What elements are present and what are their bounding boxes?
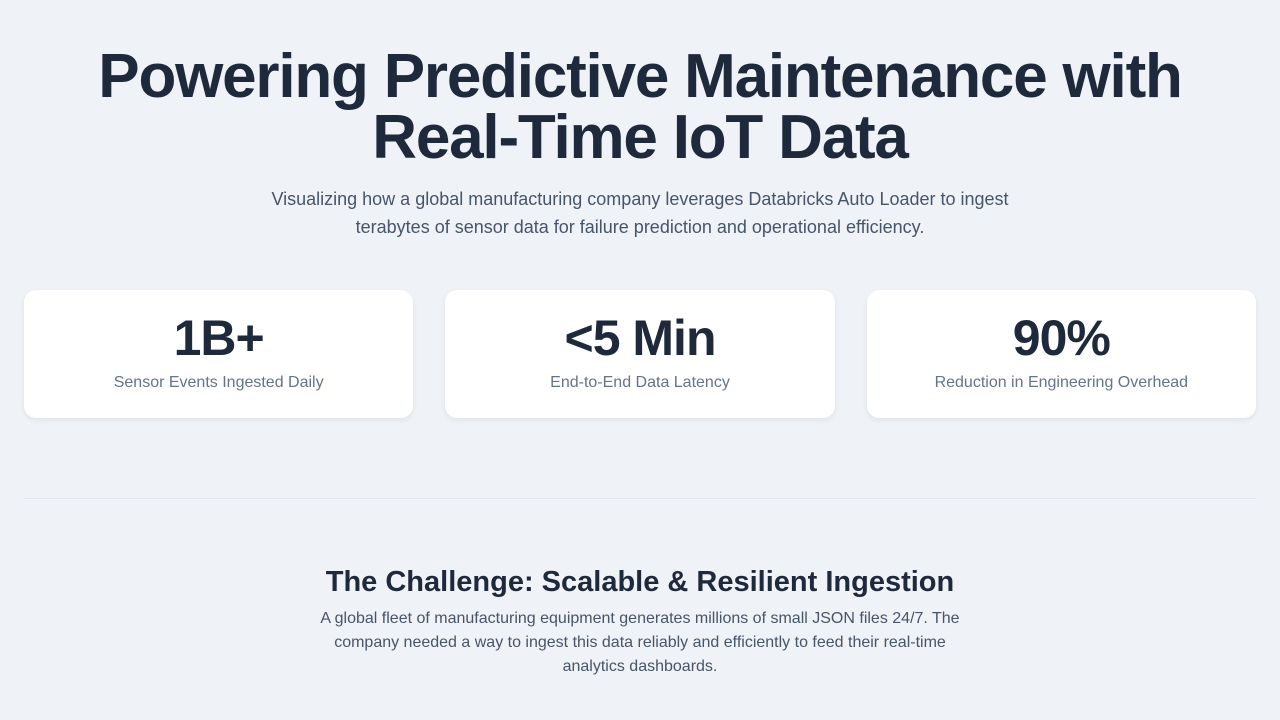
stat-value: 90%: [1012, 310, 1111, 366]
stat-value: <5 Min: [564, 310, 717, 366]
stat-card-latency: <5 Min End-to-End Data Latency: [445, 290, 835, 418]
stat-card-events: 1B+ Sensor Events Ingested Daily: [24, 290, 414, 418]
challenge-text: A global fleet of manufacturing equipmen…: [320, 610, 960, 675]
stat-value: 1B+: [173, 310, 265, 366]
stat-label: Reduction in Engineering Overhead: [934, 374, 1189, 391]
hero-subtitle: Visualizing how a global manufacturing c…: [271, 189, 1009, 237]
stat-label: End-to-End Data Latency: [550, 374, 730, 391]
hero-title-line-1: Powering Predictive Maintenance with: [98, 42, 1183, 111]
hero-title: Powering Predictive Maintenance with Rea…: [24, 46, 1256, 169]
challenge-title: The Challenge: Scalable & Resilient Inge…: [325, 566, 955, 598]
challenge-section: The Challenge: Scalable & Resilient Inge…: [24, 563, 1256, 679]
stat-card-overhead: 90% Reduction in Engineering Overhead: [866, 290, 1256, 418]
hero-section: Powering Predictive Maintenance with Rea…: [24, 0, 1256, 241]
section-divider: [24, 498, 1256, 499]
stat-label: Sensor Events Ingested Daily: [113, 374, 324, 391]
hero-title-line-2: Real-Time IoT Data: [372, 103, 909, 172]
stats-row: 1B+ Sensor Events Ingested Daily <5 Min …: [24, 290, 1256, 418]
page: Powering Predictive Maintenance with Rea…: [0, 0, 1280, 720]
